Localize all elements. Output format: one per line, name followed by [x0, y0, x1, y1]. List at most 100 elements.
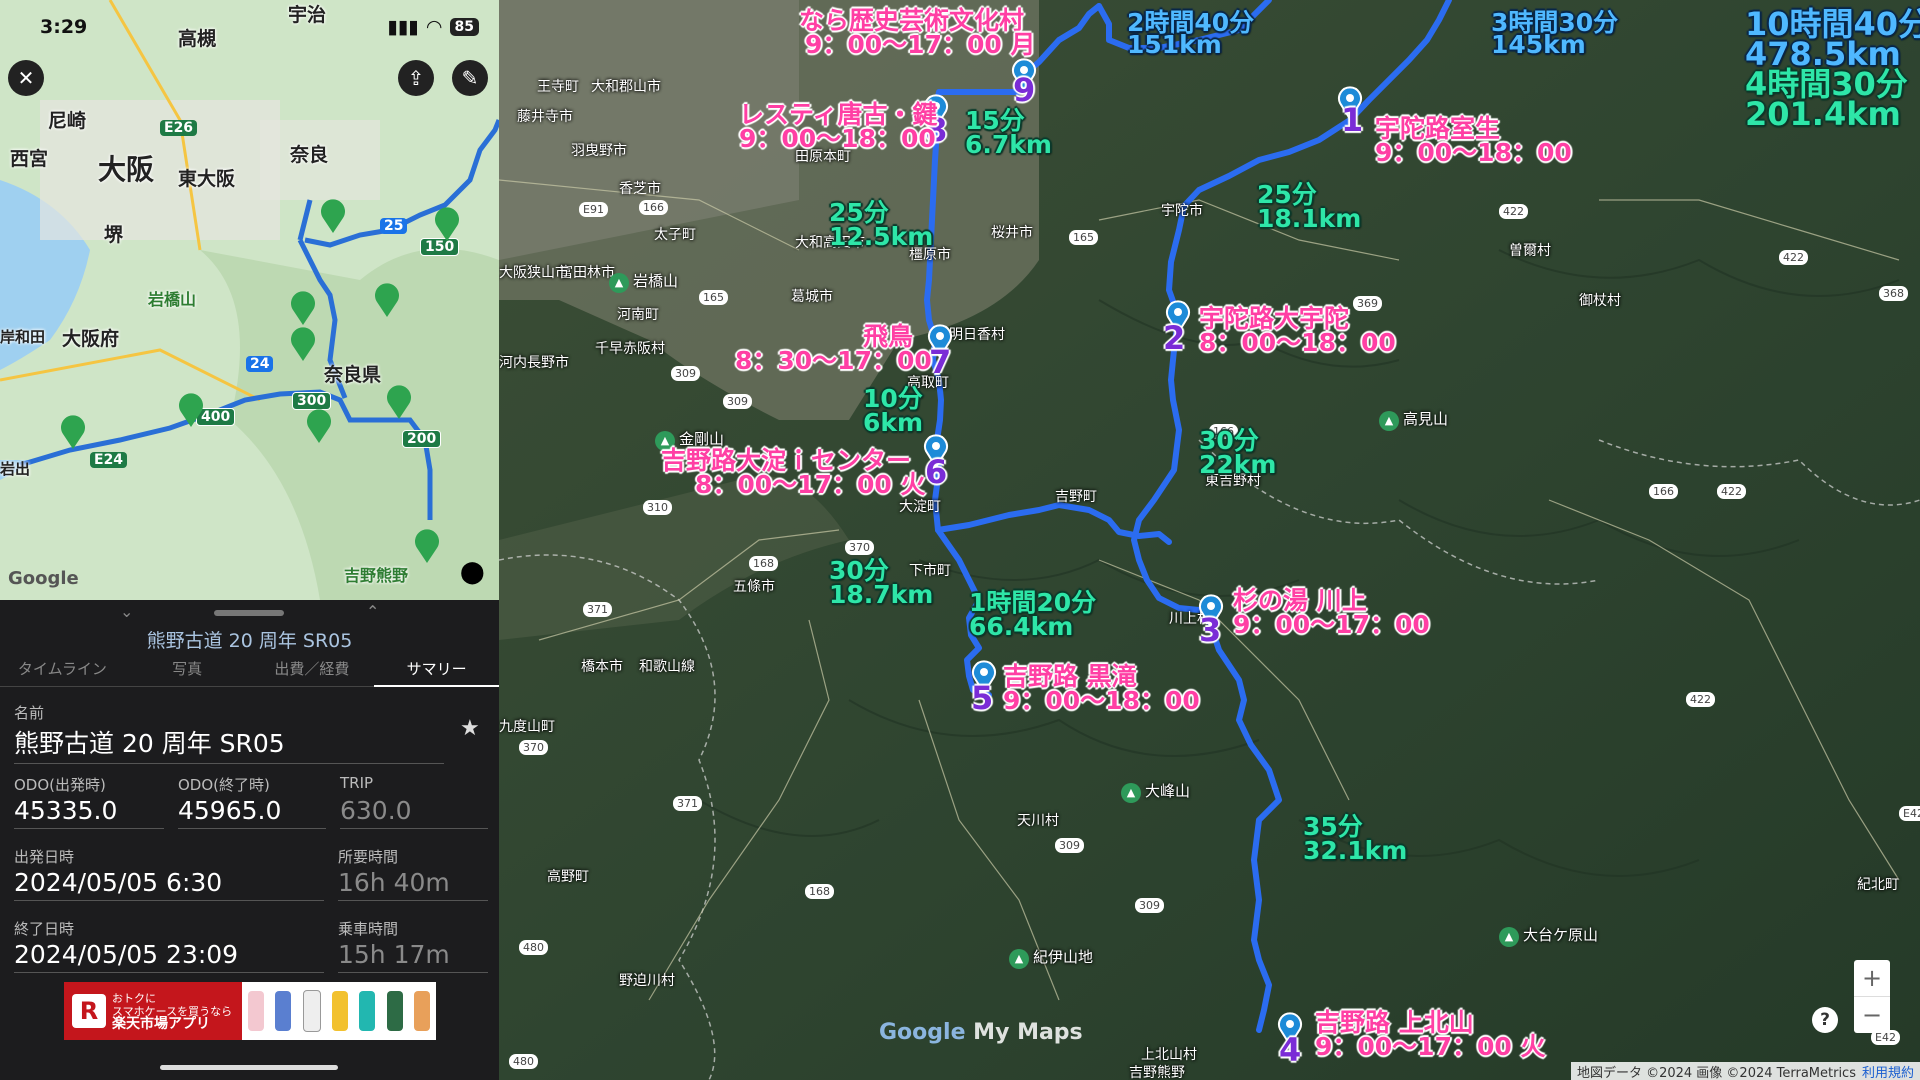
phone-case-image: [414, 991, 431, 1031]
main-map[interactable]: 王寺町 大和郡山市 藤井寺市 羽曳野市 香芝市 田原本町 太子町 大和高田市 橿…: [499, 0, 1920, 1080]
map-label: 岩橋山: [148, 290, 197, 309]
phone-panel: 3:29 ▮▮▮ ◠ 85 ✕ ⇪ ✎ 高槻 宇治 尼崎 西宮 大阪 東大阪 奈…: [0, 0, 499, 1080]
tab-expenses[interactable]: 出費／経費: [249, 658, 375, 687]
phone-case-image: [331, 991, 348, 1031]
terms-link[interactable]: 利用規約: [1862, 1066, 1914, 1080]
tab-timeline[interactable]: タイムライン: [0, 658, 125, 687]
zoom-in-button[interactable]: +: [1854, 960, 1890, 996]
stop-pin-icon[interactable]: [58, 414, 88, 450]
wifi-icon: ◠: [426, 16, 442, 38]
close-icon[interactable]: ✕: [8, 60, 44, 96]
map-label: 奈良: [290, 144, 329, 166]
poi-label: 高見山: [1379, 408, 1448, 431]
segment-dist: 18.1km: [1257, 204, 1362, 233]
stop-pin-icon[interactable]: [412, 528, 442, 564]
road-shield: 422: [1499, 204, 1528, 219]
road-shield: 309: [671, 366, 700, 381]
mini-map[interactable]: 3:29 ▮▮▮ ◠ 85 ✕ ⇪ ✎ 高槻 宇治 尼崎 西宮 大阪 東大阪 奈…: [0, 0, 499, 600]
place-label: 香芝市: [619, 181, 661, 197]
stop-hours: 8：30～17：00: [735, 346, 932, 375]
route-badge: E24: [90, 452, 128, 468]
road-shield: 422: [1717, 484, 1746, 499]
road-shield: 166: [1649, 484, 1678, 499]
chevron-up-icon[interactable]: ⌃: [366, 602, 379, 621]
stop-number: 4: [1279, 1031, 1302, 1069]
map-attribution: 地図データ ©2024 画像 ©2024 TerraMetrics 利用規約: [1570, 1062, 1920, 1080]
stop-number: 7: [929, 343, 952, 381]
road-shield: 369: [1353, 296, 1382, 311]
zoom-control: + −: [1854, 960, 1890, 1033]
map-label: 堺: [104, 224, 124, 246]
zoom-out-button[interactable]: −: [1854, 996, 1890, 1033]
place-label: 和歌山線: [639, 659, 695, 675]
road-shield: 166: [639, 200, 668, 215]
status-icons: ▮▮▮ ◠ 85: [388, 16, 479, 38]
satellite-canvas: [499, 0, 1920, 1080]
ride-time-label: 乗車時間: [338, 920, 399, 938]
stop-hours: 9：00～18：00: [1003, 686, 1200, 715]
phone-case-image: [275, 991, 292, 1031]
status-time: 3:29: [40, 16, 88, 38]
bottom-sheet: ⌄ ⌃ 熊野古道 20 周年 SR05 タイムライン 写真 出費／経費 サマリー…: [0, 600, 499, 1080]
place-label: 曽爾村: [1509, 243, 1551, 259]
end-field[interactable]: 2024/05/05 23:09: [14, 940, 324, 973]
sheet-handle[interactable]: [214, 610, 284, 616]
stop-pin-icon[interactable]: [176, 392, 206, 428]
ad-banner[interactable]: R おトクに スマホケースを買うなら 楽天市場アプリ: [64, 982, 436, 1040]
place-label: 千早赤阪村: [595, 341, 665, 357]
poi-label: 紀伊山地: [1009, 946, 1093, 969]
chevron-down-icon[interactable]: ⌄: [120, 602, 133, 621]
place-label: 宇陀市: [1161, 203, 1203, 219]
stop-pin-icon[interactable]: [318, 198, 348, 234]
help-icon[interactable]: ?: [1812, 1007, 1838, 1033]
share-icon[interactable]: ⇪: [398, 60, 434, 96]
road-shield: 368: [1879, 286, 1908, 301]
road-shield: 480: [509, 1054, 538, 1069]
phone-case-image: [247, 991, 264, 1031]
stop-hours: 9：00～17：00: [1233, 610, 1430, 639]
start-field[interactable]: 2024/05/05 6:30: [14, 868, 324, 901]
logo-mymaps: My Maps: [973, 1020, 1083, 1045]
stop-pin-icon[interactable]: [288, 326, 318, 362]
phone-case-image: [302, 990, 321, 1032]
location-pin-icon[interactable]: ⬤: [460, 560, 485, 585]
place-label: 高野町: [547, 869, 589, 885]
road-shield: 371: [673, 796, 702, 811]
trip-field: 630.0: [340, 796, 488, 829]
tab-bar: タイムライン 写真 出費／経費 サマリー: [0, 658, 499, 687]
tab-photos[interactable]: 写真: [124, 658, 250, 687]
star-icon[interactable]: ★: [460, 716, 480, 741]
stop-hours: 9：00～18：00: [739, 124, 936, 153]
stop-number: 3: [1199, 611, 1222, 649]
stop-pin-icon[interactable]: [384, 384, 414, 420]
route-badge: E26: [160, 120, 198, 136]
place-label: 桜井市: [991, 225, 1033, 241]
place-label: 大和郡山市: [591, 79, 661, 95]
stop-number: 1: [1341, 101, 1364, 139]
poi-label: 大台ケ原山: [1499, 924, 1598, 947]
ad-line: おトクに: [112, 991, 156, 1005]
odo-start-field[interactable]: 45335.0: [14, 796, 164, 829]
name-field[interactable]: 熊野古道 20 周年 SR05: [14, 724, 444, 764]
segment-dist: 145km: [1491, 30, 1586, 59]
end-label: 終了日時: [14, 920, 75, 938]
place-label: 王寺町: [537, 79, 579, 95]
place-label: 大阪狭山市: [499, 265, 569, 281]
stop-pin-icon[interactable]: [288, 290, 318, 326]
segment-dist: 6km: [863, 408, 924, 437]
status-bar: 3:29 ▮▮▮ ◠ 85: [40, 12, 479, 40]
attribution-text: 地図データ ©2024 画像 ©2024 TerraMetrics: [1576, 1066, 1856, 1080]
road-shield: 371: [583, 602, 612, 617]
stop-pin-icon[interactable]: [372, 282, 402, 318]
map-label: 大阪: [98, 153, 155, 186]
place-label: 紀北町: [1857, 877, 1899, 893]
road-shield: 165: [1069, 230, 1098, 245]
ad-left: R おトクに スマホケースを買うなら 楽天市場アプリ: [64, 982, 242, 1040]
stop-pin-icon[interactable]: [432, 206, 462, 242]
place-label: 明日香村: [949, 327, 1005, 343]
odo-end-field[interactable]: 45965.0: [178, 796, 326, 829]
edit-icon[interactable]: ✎: [452, 60, 488, 96]
tab-summary[interactable]: サマリー: [374, 658, 499, 687]
stop-pin-icon[interactable]: [304, 408, 334, 444]
total-dist-part: 201.4km: [1745, 95, 1901, 133]
